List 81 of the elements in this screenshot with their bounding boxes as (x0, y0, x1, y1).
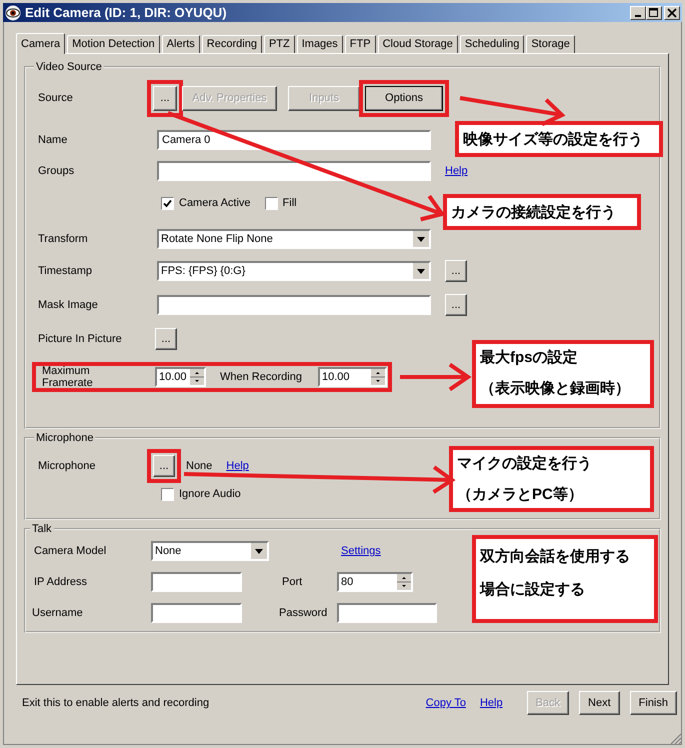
field-label: Microphone (38, 460, 96, 472)
browse-button[interactable]: ... (445, 260, 467, 282)
maximize-button[interactable] (646, 6, 662, 20)
camera-model-dropdown[interactable]: None (151, 541, 269, 561)
callout-text: カメラの接続設定を行う (451, 203, 617, 222)
field-label: Password (279, 607, 328, 619)
close-button[interactable] (664, 6, 680, 20)
field-label: Name (38, 134, 68, 146)
timestamp-dropdown[interactable]: FPS: {FPS} {0:G} (157, 261, 431, 281)
minimize-icon (635, 14, 641, 16)
field-label: Username (32, 607, 84, 619)
checkbox-label: Camera Active (179, 197, 251, 209)
port-spinner[interactable]: 80 (337, 572, 413, 592)
spin-arrows-icon (397, 574, 411, 590)
username-field[interactable] (151, 603, 242, 623)
tab[interactable]: Alerts (162, 35, 200, 53)
wizard-button[interactable]: Finish (630, 691, 677, 715)
checkbox-label: Fill (282, 197, 297, 209)
field-label: Source (38, 92, 74, 104)
footer-link[interactable]: Copy To (426, 697, 466, 709)
maximize-icon (649, 8, 659, 18)
transform-dropdown[interactable]: Rotate None Flip None (157, 229, 431, 249)
callout-text: 双方向会話を使用する (480, 547, 631, 566)
source-button[interactable]: Options (365, 86, 443, 110)
mask-image-field[interactable] (157, 295, 431, 315)
field-label: Timestamp (38, 265, 93, 277)
callout-text: （カメラとPC等） (457, 485, 584, 504)
field-label: Maximum Framerate (42, 365, 94, 389)
tab[interactable]: Camera (16, 33, 66, 54)
framerate-spinner[interactable]: 10.00 (155, 367, 206, 387)
checkbox[interactable] (264, 196, 278, 210)
checkbox[interactable] (161, 488, 174, 500)
tab[interactable]: Scheduling (460, 35, 524, 53)
settings-link[interactable]: Settings (341, 545, 381, 557)
tab[interactable]: Storage (526, 35, 575, 53)
microphone-value: None (186, 460, 212, 472)
ip-address-field[interactable] (151, 572, 242, 592)
callout-text: 映像サイズ等の設定を行う (463, 130, 644, 149)
window-title: Edit Camera (ID: 1, DIR: OYUQU) (25, 5, 227, 20)
field-label: Groups (38, 165, 76, 177)
field-label: Camera Model (34, 545, 108, 557)
wizard-button[interactable]: Next (579, 691, 620, 715)
resize-grip-icon (670, 733, 682, 745)
field-label: Port (281, 576, 304, 588)
field-label: When Recording (220, 371, 303, 383)
help-link[interactable]: Help (226, 460, 249, 472)
field-label: Mask Image (38, 299, 99, 311)
group-title: Microphone (35, 431, 94, 445)
callout-text: 最大fpsの設定 (480, 348, 578, 367)
checkbox-label: Ignore Audio (179, 488, 241, 500)
picture-in-picture-button[interactable]: ... (155, 328, 177, 350)
group-title: Video Source (35, 60, 103, 74)
callout-text: （表示映像と録画時） (480, 379, 631, 398)
callout-text: 場合に設定する (480, 580, 586, 599)
browse-button[interactable]: ... (445, 294, 467, 316)
spin-arrows-icon (190, 369, 204, 385)
recording-framerate-spinner[interactable]: 10.00 (318, 367, 387, 387)
field-label: Picture In Picture (38, 333, 123, 345)
minimize-button[interactable] (630, 6, 646, 20)
field-label: IP Address (34, 576, 88, 588)
eye-icon (5, 4, 21, 20)
footer-link[interactable]: Help (480, 697, 503, 709)
password-field[interactable] (337, 603, 437, 623)
microphone-button[interactable]: ... (153, 455, 175, 477)
status-text: Exit this to enable alerts and recording (22, 697, 210, 709)
field-label: Transform (38, 233, 89, 245)
tab[interactable]: Recording (202, 35, 262, 53)
tab[interactable]: PTZ (264, 35, 295, 53)
name-field[interactable]: Camera 0 (157, 130, 431, 150)
help-link[interactable]: Help (445, 165, 468, 177)
spin-arrows-icon (371, 369, 385, 385)
tab[interactable]: Cloud Storage (378, 35, 458, 53)
callout-text: マイクの設定を行う (457, 454, 593, 473)
close-icon (667, 8, 677, 18)
source-button[interactable]: ... (153, 86, 177, 110)
checkbox[interactable] (161, 196, 174, 210)
groups-field[interactable] (157, 161, 431, 181)
tab[interactable]: Motion Detection (67, 35, 160, 53)
group-title: Talk (31, 522, 53, 536)
tab[interactable]: Images (296, 35, 343, 53)
tab[interactable]: FTP (344, 35, 376, 53)
